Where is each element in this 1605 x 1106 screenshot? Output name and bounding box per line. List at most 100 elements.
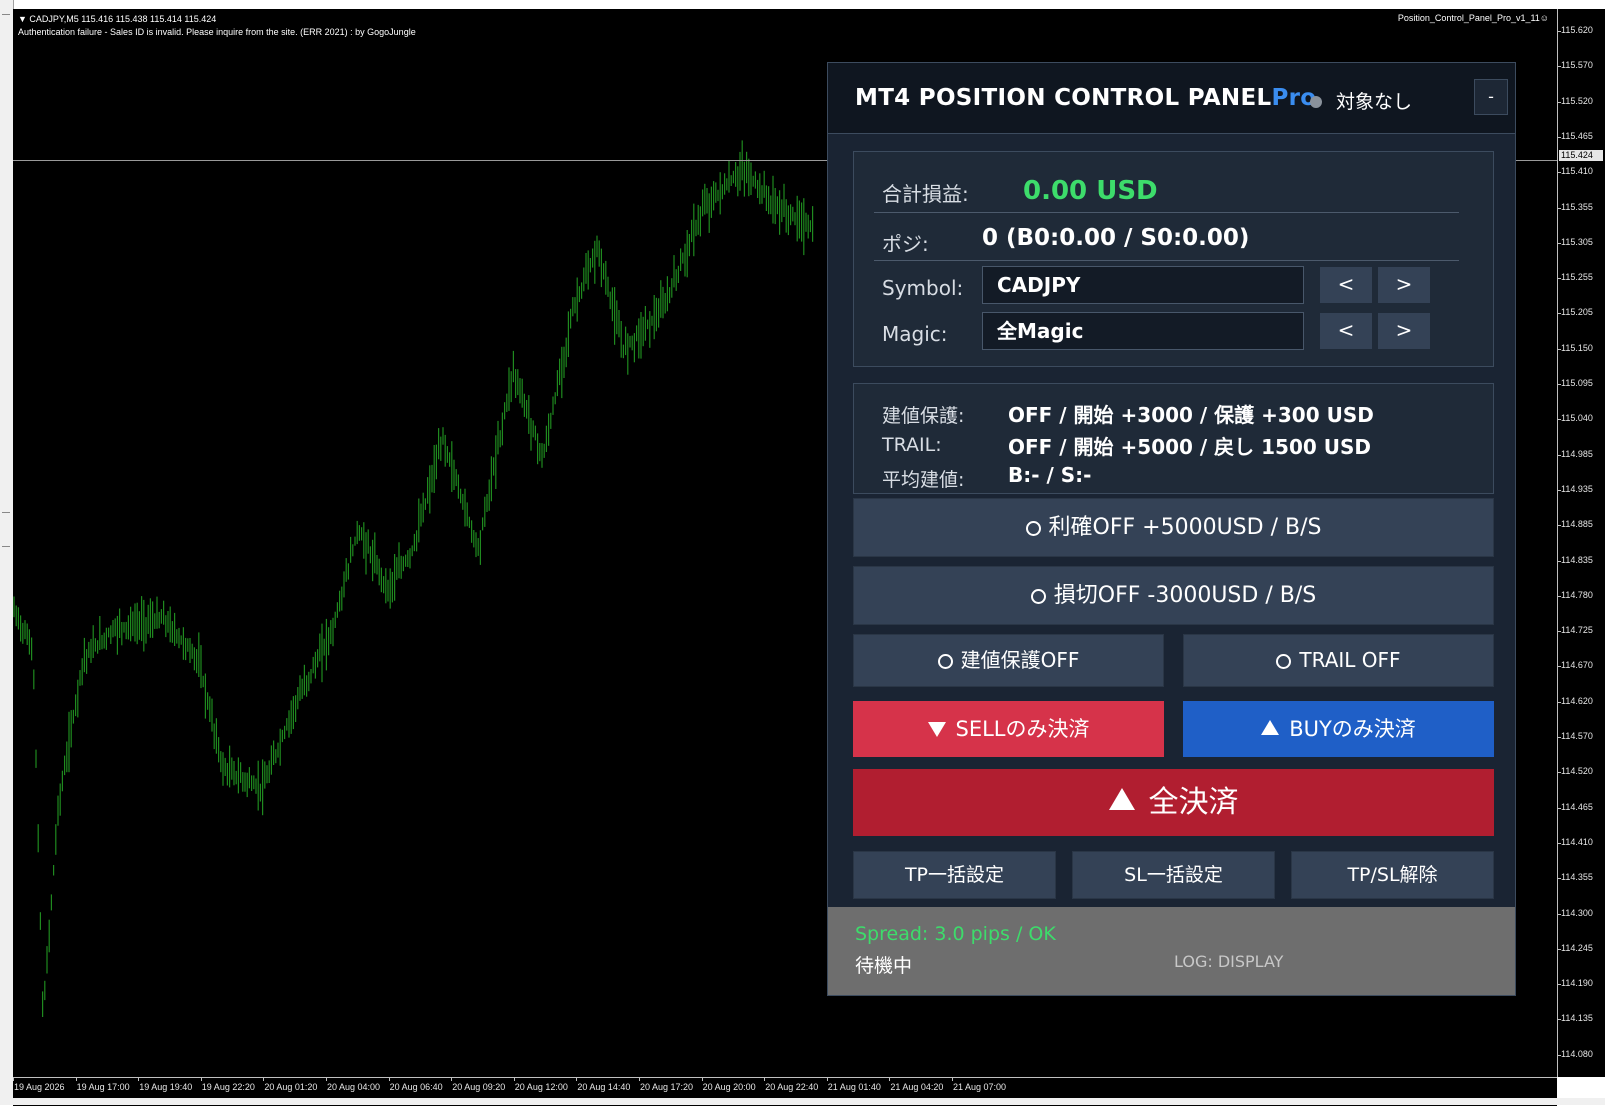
radio-circle-icon <box>1276 654 1292 669</box>
triangle-up-icon <box>1108 788 1135 810</box>
time-label: 19 Aug 19:40 <box>139 1082 193 1092</box>
price-label: 115.255 <box>1561 272 1593 283</box>
tp-bulk-set-button[interactable]: TP一括設定 <box>853 851 1056 899</box>
trail-value: OFF / 開始 +5000 / 戻し 1500 USD <box>1008 435 1372 459</box>
log-display-label[interactable]: LOG: DISPLAY <box>1174 952 1283 971</box>
breakeven-toggle-button[interactable]: 建値保護OFF <box>853 634 1164 687</box>
buy-close-button[interactable]: BUYのみ決済 <box>1183 701 1494 757</box>
magic-next-button[interactable]: > <box>1378 313 1430 349</box>
time-label: 19 Aug 2026 <box>14 1082 65 1092</box>
breakeven-value: OFF / 開始 +3000 / 保護 +300 USD <box>1008 403 1374 427</box>
frame-tick <box>2 14 10 15</box>
price-label: 115.150 <box>1561 342 1593 353</box>
divider <box>874 212 1459 213</box>
current-price-tag: 115.424 <box>1559 150 1603 161</box>
frame-tick <box>2 546 10 547</box>
panel-header: MT4 POSITION CONTROL PANELPro 対象なし - <box>828 63 1515 134</box>
symbol-label: Symbol: <box>882 276 964 300</box>
time-tick <box>451 1078 453 1081</box>
time-label: 20 Aug 12:00 <box>514 1082 568 1092</box>
trail-label: TRAIL: <box>882 434 942 456</box>
breakeven-toggle-label: 建値保護OFF <box>960 648 1080 672</box>
close-all-button[interactable]: 全決済 <box>853 769 1494 836</box>
price-label: 115.305 <box>1561 236 1593 247</box>
price-label: 114.300 <box>1561 907 1593 918</box>
price-label: 115.095 <box>1561 378 1593 388</box>
average-price-value: B:- / S:- <box>1008 463 1092 487</box>
price-label: 115.620 <box>1561 25 1593 35</box>
price-label: 115.040 <box>1561 413 1593 424</box>
time-label: 21 Aug 04:20 <box>890 1082 944 1092</box>
take-profit-toggle-label: 利確OFF +5000USD / B/S <box>1048 515 1322 540</box>
bottom-scroll-strip <box>13 1098 1605 1105</box>
tpsl-clear-button[interactable]: TP/SL解除 <box>1291 851 1494 899</box>
symbol-next-button[interactable]: > <box>1378 267 1430 303</box>
time-label: 20 Aug 20:00 <box>702 1082 756 1092</box>
price-label: 114.780 <box>1561 589 1593 600</box>
time-label: 20 Aug 04:00 <box>327 1082 381 1092</box>
price-scale[interactable]: 115.620 115.570 115.520 115.465 115.410 115.3… <box>1557 9 1605 1077</box>
protection-section: 建値保護: OFF / 開始 +3000 / 保護 +300 USD TRAIL… <box>853 383 1494 494</box>
symbol-field[interactable]: CADJPY <box>982 266 1304 304</box>
buy-close-label: BUYのみ決済 <box>1289 717 1416 741</box>
panel-title-text: MT4 POSITION CONTROL PANEL <box>855 85 1272 111</box>
take-profit-toggle-button[interactable]: 利確OFF +5000USD / B/S <box>853 498 1494 557</box>
pl-value: 0.00 USD <box>1023 176 1158 206</box>
position-value: 0 (B0:0.00 / S0:0.00) <box>982 225 1250 251</box>
stop-loss-toggle-label: 損切OFF -3000USD / B/S <box>1053 583 1317 608</box>
time-label: 19 Aug 22:20 <box>201 1082 255 1092</box>
price-label: 114.245 <box>1561 942 1593 953</box>
trail-toggle-button[interactable]: TRAIL OFF <box>1183 634 1494 687</box>
chart-header: ▼ CADJPY,M5 115.416 115.438 115.414 115.… <box>18 13 416 39</box>
time-tick <box>13 1078 14 1081</box>
panel-footer: Spread: 3.0 pips / OK 待機中 LOG: DISPLAY <box>828 907 1515 995</box>
time-tick <box>200 1078 202 1081</box>
symbol-prev-button[interactable]: < <box>1320 267 1372 303</box>
triangle-up-icon <box>1261 720 1280 735</box>
sell-close-button[interactable]: SELLのみ決済 <box>853 701 1164 757</box>
frame-tick <box>2 512 10 513</box>
position-control-panel: MT4 POSITION CONTROL PANELPro 対象なし - 合計損… <box>827 62 1516 996</box>
time-label: 20 Aug 01:20 <box>264 1082 318 1092</box>
price-label: 114.835 <box>1561 554 1593 565</box>
time-label: 19 Aug 17:00 <box>76 1082 130 1092</box>
price-label: 114.935 <box>1561 483 1593 494</box>
status-text: 対象なし <box>1336 91 1413 113</box>
price-label: 115.570 <box>1561 60 1593 71</box>
price-label: 114.520 <box>1561 766 1593 777</box>
radio-circle-icon <box>1030 589 1046 604</box>
price-label: 114.620 <box>1561 695 1593 706</box>
average-price-label: 平均建値: <box>882 469 965 491</box>
price-chart[interactable]: ▼ CADJPY,M5 115.416 115.438 115.414 115.… <box>13 9 1557 1077</box>
price-label: 114.670 <box>1561 660 1593 671</box>
close-all-label: 全決済 <box>1148 785 1239 820</box>
price-label: 114.410 <box>1561 836 1593 847</box>
time-tick <box>576 1078 578 1081</box>
time-tick <box>513 1078 515 1081</box>
price-label: 115.205 <box>1561 307 1593 318</box>
chart-symbol-info: ▼ CADJPY,M5 115.416 115.438 115.414 115.… <box>18 14 217 24</box>
time-tick <box>263 1078 265 1081</box>
time-label: 21 Aug 01:40 <box>827 1082 881 1092</box>
magic-prev-button[interactable]: < <box>1320 313 1372 349</box>
time-label: 20 Aug 22:40 <box>765 1082 819 1092</box>
price-label: 114.190 <box>1561 978 1593 989</box>
price-label: 114.885 <box>1561 519 1593 530</box>
state-text: 待機中 <box>855 955 913 977</box>
sl-bulk-set-button[interactable]: SL一括設定 <box>1072 851 1275 899</box>
panel-title: MT4 POSITION CONTROL PANELPro <box>855 85 1316 111</box>
price-label: 114.355 <box>1561 872 1593 883</box>
stop-loss-toggle-button[interactable]: 損切OFF -3000USD / B/S <box>853 566 1494 625</box>
price-label: 115.465 <box>1561 130 1593 141</box>
position-label: ポジ: <box>882 232 929 256</box>
summary-section: 合計損益: 0.00 USD ポジ: 0 (B0:0.00 / S0:0.00)… <box>853 151 1494 367</box>
spread-status: Spread: 3.0 pips / OK <box>855 923 1056 945</box>
triangle-down-icon <box>927 722 946 737</box>
minimize-button[interactable]: - <box>1474 79 1508 115</box>
time-label: 21 Aug 07:00 <box>953 1082 1007 1092</box>
window-left-frame <box>0 0 14 1105</box>
magic-label: Magic: <box>882 322 948 346</box>
magic-field[interactable]: 全Magic <box>982 312 1304 350</box>
time-tick <box>952 1078 953 1081</box>
divider <box>874 260 1459 261</box>
